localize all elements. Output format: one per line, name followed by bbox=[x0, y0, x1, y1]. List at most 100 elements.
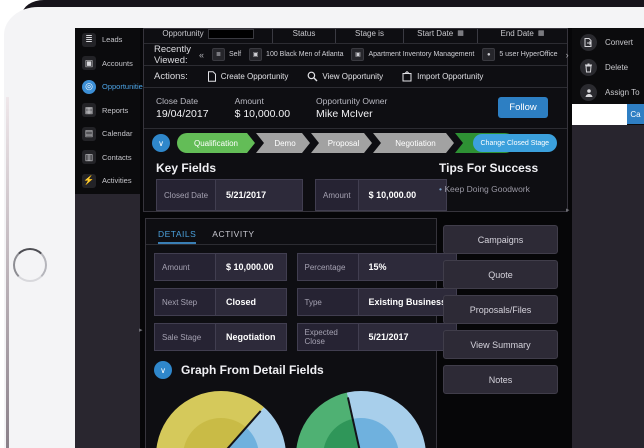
record-actions-lower bbox=[572, 125, 644, 448]
tablet-side-edge bbox=[6, 97, 9, 448]
recent-item[interactable]: ● 5 user HyperOffice bbox=[482, 48, 557, 61]
follow-button[interactable]: Follow bbox=[498, 97, 548, 118]
sidebar-item-leads[interactable]: ≣ Leads bbox=[75, 28, 140, 52]
percentage-field[interactable]: Percentage 15% bbox=[297, 253, 458, 281]
filter-cell-status[interactable]: Status bbox=[273, 29, 336, 43]
key-fields-section: Key Fields Closed Date 5/21/2017 Amount … bbox=[144, 157, 567, 215]
sidebar-item-label: Opportunities bbox=[102, 82, 147, 91]
filter-search-input[interactable] bbox=[208, 29, 254, 39]
field-value: 5/21/2017 bbox=[216, 180, 276, 210]
sidebar-lower-panel bbox=[75, 194, 140, 448]
chevron-down-icon[interactable]: ∨ bbox=[152, 134, 170, 152]
delete-button[interactable]: Delete bbox=[572, 55, 644, 80]
filter-cell-stage[interactable]: Stage is bbox=[336, 29, 404, 43]
contact-card-icon: ▥ bbox=[82, 150, 96, 164]
view-summary-button[interactable]: View Summary bbox=[443, 330, 558, 359]
tip-text: Keep Doing Goodwork bbox=[444, 184, 530, 194]
type-field[interactable]: Type Existing Business bbox=[297, 288, 458, 316]
detail-fields-grid: Amount $ 10,000.00 Percentage 15% Next S… bbox=[146, 245, 436, 351]
sidebar-item-calendar[interactable]: ▤ Calendar bbox=[75, 122, 140, 146]
details-panel: DETAILS ACTIVITY Amount $ 10,000.00 Perc… bbox=[145, 218, 437, 448]
new-doc-icon bbox=[207, 71, 217, 82]
filter-cell-end-date[interactable]: End Date ▦ bbox=[478, 29, 567, 43]
assign-to-button[interactable]: Assign To bbox=[572, 80, 644, 105]
sidebar-item-accounts[interactable]: ▣ Accounts bbox=[75, 52, 140, 76]
field-label: Opportunity Owner bbox=[316, 96, 387, 106]
gauge-deal-size: Small Large Deal bbox=[156, 391, 288, 448]
record-actions-top: Convert Delete Assign To Ca bbox=[572, 28, 644, 125]
filter-cell-opportunity[interactable]: Opportunity bbox=[144, 29, 273, 43]
recent-item[interactable]: ≣ Self bbox=[212, 48, 241, 61]
calendar-icon[interactable]: ▦ bbox=[538, 29, 545, 37]
quick-action-button[interactable]: Ca bbox=[627, 104, 644, 124]
import-opportunity-button[interactable]: Import Opportunity bbox=[402, 71, 483, 82]
activity-icon: ⚡ bbox=[82, 174, 96, 188]
expected-close-field[interactable]: Expected Close 5/21/2017 bbox=[297, 323, 458, 351]
field-value: Closed bbox=[216, 289, 286, 315]
field-value: 15% bbox=[359, 254, 457, 280]
filter-label: Opportunity bbox=[162, 29, 203, 38]
create-opportunity-button[interactable]: Create Opportunity bbox=[207, 71, 289, 82]
sidebar-item-label: Contacts bbox=[102, 153, 132, 162]
import-icon bbox=[402, 71, 413, 82]
search-icon bbox=[307, 71, 318, 82]
amount-field[interactable]: Amount $ 10,000.00 bbox=[154, 253, 287, 281]
action-label: Create Opportunity bbox=[221, 72, 289, 81]
proposals-files-button[interactable]: Proposals/Files bbox=[443, 295, 558, 324]
filter-bar: Opportunity Status Stage is Start Date ▦… bbox=[144, 29, 567, 44]
recent-item[interactable]: ▣ 100 Black Men of Atlanta bbox=[249, 48, 343, 61]
quote-button[interactable]: Quote bbox=[443, 260, 558, 289]
view-opportunity-button[interactable]: View Opportunity bbox=[307, 71, 383, 82]
card-icon: ▣ bbox=[351, 48, 364, 61]
chevron-left-icon[interactable]: « bbox=[199, 50, 204, 60]
panel-collapse-arrow[interactable]: ▸ bbox=[566, 206, 570, 214]
graph-section-header: ∨ Graph From Detail Fields bbox=[146, 351, 436, 379]
sidebar-item-activities[interactable]: ⚡ Activities bbox=[75, 169, 140, 193]
actions-label: Actions: bbox=[154, 71, 188, 82]
campaigns-button[interactable]: Campaigns bbox=[443, 225, 558, 254]
closed-date-field[interactable]: Closed Date 5/21/2017 bbox=[156, 179, 303, 211]
stage-negotiation[interactable]: Negotiation bbox=[373, 133, 454, 153]
calendar-icon[interactable]: ▦ bbox=[457, 29, 464, 37]
quick-action-row: Ca bbox=[572, 104, 644, 124]
convert-button[interactable]: Convert bbox=[572, 30, 644, 55]
sidebar-item-label: Activities bbox=[102, 176, 132, 185]
amount-field[interactable]: Amount $ 10,000.00 bbox=[315, 179, 447, 211]
field-label: Next Step bbox=[155, 289, 216, 315]
field-value: $ 10,000.00 bbox=[235, 108, 290, 120]
card-icon: ▣ bbox=[249, 48, 262, 61]
filter-cell-start-date[interactable]: Start Date ▦ bbox=[404, 29, 478, 43]
notes-button[interactable]: Notes bbox=[443, 365, 558, 394]
opportunity-header-panel: Opportunity Status Stage is Start Date ▦… bbox=[143, 28, 568, 212]
recent-item[interactable]: ▣ Apartment Inventory Management bbox=[351, 48, 474, 61]
chevron-right-icon[interactable]: › bbox=[566, 50, 569, 60]
quick-action-input[interactable] bbox=[572, 104, 627, 126]
actions-bar: Actions: Create Opportunity View Opportu… bbox=[144, 66, 567, 88]
app-screen: ≣ Leads ▣ Accounts ◎ Opportunities ▦ Rep… bbox=[75, 28, 644, 448]
field-label: Amount bbox=[316, 180, 359, 210]
stage-proposal[interactable]: Proposal bbox=[311, 133, 372, 153]
bullet: • bbox=[439, 184, 442, 194]
tab-details[interactable]: DETAILS bbox=[158, 229, 196, 244]
chevron-down-icon[interactable]: ∨ bbox=[154, 361, 172, 379]
sidebar-item-contacts[interactable]: ▥ Contacts bbox=[75, 146, 140, 170]
stage-demo[interactable]: Demo bbox=[256, 133, 310, 153]
field-value: 19/04/2017 bbox=[156, 108, 209, 120]
sidebar-item-opportunities[interactable]: ◎ Opportunities bbox=[75, 75, 140, 99]
filter-label: End Date bbox=[501, 29, 534, 38]
tips-title: Tips For Success bbox=[439, 161, 564, 175]
action-label: Import Opportunity bbox=[417, 72, 483, 81]
doc-icon: ≣ bbox=[212, 48, 225, 61]
sidebar-item-reports[interactable]: ▦ Reports bbox=[75, 99, 140, 123]
filter-label: Start Date bbox=[417, 29, 453, 38]
recent-item-label: 5 user HyperOffice bbox=[499, 51, 557, 58]
panel-collapse-arrow[interactable]: ▸ bbox=[139, 326, 143, 334]
sale-stage-field[interactable]: Sale Stage Negotiation bbox=[154, 323, 287, 351]
sidebar-item-label: Leads bbox=[102, 35, 122, 44]
tab-activity[interactable]: ACTIVITY bbox=[212, 229, 254, 244]
calendar-icon: ▤ bbox=[82, 127, 96, 141]
tips-section: Tips For Success • Keep Doing Goodwork bbox=[439, 157, 564, 194]
stage-qualification[interactable]: Qualification bbox=[177, 133, 255, 153]
next-step-field[interactable]: Next Step Closed bbox=[154, 288, 287, 316]
change-closed-stage-button[interactable]: Change Closed Stage bbox=[473, 134, 558, 152]
